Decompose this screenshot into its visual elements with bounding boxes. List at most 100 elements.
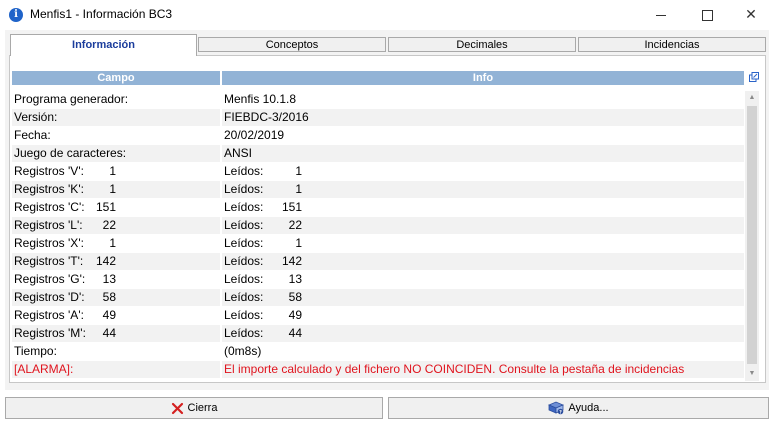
leidos-label: Leídos:	[224, 182, 264, 196]
info-cell: Leídos: 1	[222, 181, 744, 198]
leidos-count: 58	[288, 290, 302, 304]
registro-label: Registros 'K':	[14, 182, 84, 196]
vertical-scrollbar[interactable]: ▲ ▼	[745, 91, 759, 381]
close-x-icon	[171, 402, 183, 414]
table-row: Registros 'L': 22 Leídos: 22	[12, 217, 744, 235]
leidos-count: 151	[281, 200, 302, 214]
cierra-button[interactable]: Cierra	[5, 397, 383, 419]
table-row: Registros 'A': 49 Leídos: 49	[12, 307, 744, 325]
scroll-thumb[interactable]	[747, 106, 757, 364]
leidos-label: Leídos:	[224, 236, 264, 250]
campo-cell: Registros 'T': 142	[12, 253, 220, 270]
info-cell: Leídos: 142	[222, 253, 744, 270]
ayuda-button[interactable]: ? Ayuda...	[388, 397, 769, 419]
window-title: Menfis1 - Información BC3	[30, 7, 173, 21]
registro-label: Registros 'V':	[14, 164, 84, 178]
table-row: Registros 'T': 142 Leídos: 142	[12, 253, 744, 271]
info-table: Programa generador: Menfis 10.1.8 Versió…	[12, 91, 744, 379]
table-row: Versión: FIEBDC-3/2016	[12, 109, 744, 127]
leidos-label: Leídos:	[224, 200, 264, 214]
registro-label: Registros 'M':	[14, 326, 86, 340]
table-row: Programa generador: Menfis 10.1.8	[12, 91, 744, 109]
leidos-label: Leídos:	[224, 290, 264, 304]
campo-cell: Registros 'D': 58	[12, 289, 220, 306]
campo-cell: Registros 'K': 1	[12, 181, 220, 198]
tab-decimales[interactable]: Decimales	[388, 37, 576, 52]
column-header-info[interactable]: Info	[222, 71, 744, 85]
alarm-message: El importe calculado y del fichero NO CO…	[222, 361, 744, 378]
info-cell: Leídos: 49	[222, 307, 744, 324]
campo-cell: Tiempo:	[14, 344, 57, 358]
registro-label: Registros 'L':	[14, 218, 83, 232]
campo-cell: Registros 'L': 22	[12, 217, 220, 234]
registro-label: Registros 'G':	[14, 272, 86, 286]
campo-cell: Registros 'M': 44	[12, 325, 220, 342]
registro-count: 1	[109, 164, 116, 178]
leidos-label: Leídos:	[224, 254, 264, 268]
info-cell: Menfis 10.1.8	[224, 92, 297, 106]
table-row: Registros 'M': 44 Leídos: 44	[12, 325, 744, 343]
column-header-campo[interactable]: Campo	[12, 71, 220, 85]
info-cell: Leídos: 1	[222, 235, 744, 252]
leidos-count: 1	[295, 182, 302, 196]
registro-count: 151	[95, 200, 116, 214]
registro-count: 44	[102, 326, 116, 340]
campo-cell: Registros 'A': 49	[12, 307, 220, 324]
leidos-count: 1	[295, 164, 302, 178]
minimize-icon	[656, 14, 666, 16]
leidos-count: 142	[281, 254, 302, 268]
table-row: Registros 'C': 151 Leídos: 151	[12, 199, 744, 217]
maximize-icon	[701, 9, 713, 21]
campo-cell: Registros 'C': 151	[12, 199, 220, 216]
tab-informacion[interactable]: Información	[10, 34, 197, 56]
campo-cell: Versión:	[12, 109, 220, 126]
campo-cell: Registros 'V': 1	[12, 163, 220, 180]
registro-count: 49	[102, 308, 116, 322]
minimize-button[interactable]	[638, 0, 684, 30]
campo-cell: Programa generador:	[14, 92, 129, 106]
scroll-up-icon[interactable]: ▲	[745, 91, 759, 105]
table-row: Registros 'V': 1 Leídos: 1	[12, 163, 744, 181]
leidos-label: Leídos:	[224, 272, 264, 286]
tab-conceptos[interactable]: Conceptos	[198, 37, 386, 52]
info-icon: i	[9, 8, 23, 22]
table-row: Registros 'G': 13 Leídos: 13	[12, 271, 744, 289]
registro-label: Registros 'D':	[14, 290, 85, 304]
help-book-icon: ?	[548, 401, 565, 415]
campo-cell: Registros 'X': 1	[12, 235, 220, 252]
svg-text:?: ?	[560, 409, 563, 415]
registro-count: 58	[102, 290, 116, 304]
info-cell: Leídos: 151	[222, 199, 744, 216]
scroll-down-icon[interactable]: ▼	[745, 367, 759, 381]
info-cell: ANSI	[222, 145, 744, 162]
registro-count: 22	[102, 218, 116, 232]
leidos-count: 1	[295, 236, 302, 250]
info-cell: Leídos: 58	[222, 289, 744, 306]
registro-count: 1	[109, 236, 116, 250]
popout-icon[interactable]	[749, 72, 759, 82]
campo-cell: Fecha:	[14, 128, 51, 142]
tab-incidencias[interactable]: Incidencias	[578, 37, 766, 52]
registro-count: 1	[109, 182, 116, 196]
leidos-count: 22	[288, 218, 302, 232]
title-bar: i Menfis1 - Información BC3 ✕	[0, 0, 774, 30]
campo-cell: Registros 'G': 13	[12, 271, 220, 288]
registro-label: Registros 'C':	[14, 200, 85, 214]
table-row: Registros 'X': 1 Leídos: 1	[12, 235, 744, 253]
leidos-count: 49	[288, 308, 302, 322]
maximize-button[interactable]	[684, 0, 730, 30]
table-row: Juego de caracteres: ANSI	[12, 145, 744, 163]
table-row: [ALARMA]: El importe calculado y del fic…	[12, 361, 744, 379]
info-cell: Leídos: 44	[222, 325, 744, 342]
close-window-button[interactable]: ✕	[728, 0, 774, 30]
leidos-label: Leídos:	[224, 164, 264, 178]
table-row: Tiempo: (0m8s)	[12, 343, 744, 361]
close-icon: ✕	[745, 7, 757, 23]
leidos-label: Leídos:	[224, 218, 264, 232]
leidos-count: 44	[288, 326, 302, 340]
info-cell: Leídos: 13	[222, 271, 744, 288]
table-row: Registros 'K': 1 Leídos: 1	[12, 181, 744, 199]
ayuda-label: Ayuda...	[568, 402, 609, 415]
registro-label: Registros 'X':	[14, 236, 84, 250]
leidos-label: Leídos:	[224, 308, 264, 322]
